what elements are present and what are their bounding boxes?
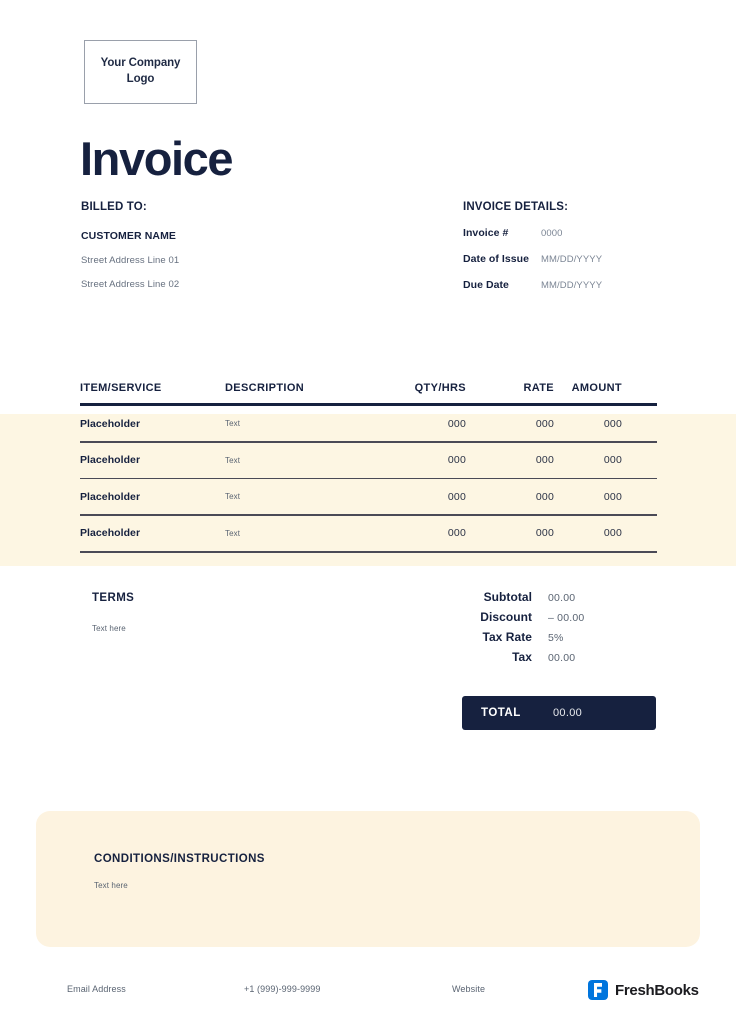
tax-row: Tax 00.00	[462, 650, 662, 664]
date-of-issue-row: Date of Issue MM/DD/YYYY	[463, 253, 703, 265]
invoice-number-row: Invoice # 0000	[463, 227, 703, 239]
terms-heading: TERMS	[92, 592, 135, 604]
subtotal-label: Subtotal	[483, 590, 532, 604]
row-item[interactable]: Placeholder	[80, 418, 225, 430]
table-bottom-rule	[80, 550, 657, 553]
terms-section: TERMS Text here	[92, 592, 342, 633]
column-header-qty: QTY/HRS	[414, 382, 466, 394]
row-qty[interactable]: 000	[378, 491, 482, 503]
column-header-item: ITEM/SERVICE	[80, 382, 162, 394]
table-row[interactable]: Placeholder Text 000 000 000	[80, 406, 657, 441]
column-header-rate: RATE	[523, 382, 554, 394]
company-logo-placeholder[interactable]: Your Company Logo	[84, 40, 197, 104]
row-rate[interactable]: 000	[482, 491, 562, 503]
total-value[interactable]: 00.00	[553, 707, 582, 719]
invoice-page: Your Company Logo Invoice BILLED TO: CUS…	[0, 0, 736, 1034]
invoice-details-heading: INVOICE DETAILS:	[463, 201, 569, 213]
row-description[interactable]: Text	[225, 456, 378, 465]
due-date-label: Due Date	[463, 279, 509, 291]
total-bar: TOTAL 00.00	[462, 696, 656, 730]
row-description[interactable]: Text	[225, 529, 378, 538]
tax-rate-label: Tax Rate	[482, 630, 532, 644]
tax-rate-row: Tax Rate 5%	[462, 630, 662, 644]
freshbooks-logo[interactable]: FreshBooks	[588, 980, 699, 1000]
company-logo-line-1: Your Company	[100, 57, 181, 70]
freshbooks-mark-icon	[588, 980, 608, 1000]
row-item[interactable]: Placeholder	[80, 527, 225, 539]
row-qty[interactable]: 000	[378, 527, 482, 539]
table-row[interactable]: Placeholder Text 000 000 000	[80, 443, 657, 478]
company-logo-line-2: Logo	[126, 73, 155, 85]
due-date-value[interactable]: MM/DD/YYYY	[541, 280, 602, 291]
date-of-issue-value[interactable]: MM/DD/YYYY	[541, 254, 602, 265]
conditions-text[interactable]: Text here	[94, 881, 128, 890]
subtotal-row: Subtotal 00.00	[462, 590, 662, 604]
company-logo-text: Your Company Logo	[101, 56, 181, 87]
tax-label: Tax	[512, 650, 532, 664]
table-header-row: ITEM/SERVICE DESCRIPTION QTY/HRS RATE AM…	[80, 382, 657, 403]
table-row[interactable]: Placeholder Text 000 000 000	[80, 479, 657, 514]
footer: Email Address +1 (999)-999-9999 Website …	[0, 980, 736, 1006]
billed-to-heading: BILLED TO:	[81, 201, 147, 213]
row-rate[interactable]: 000	[482, 454, 562, 466]
page-title: Invoice	[80, 132, 234, 185]
discount-value[interactable]: – 00.00	[548, 612, 584, 624]
terms-text[interactable]: Text here	[92, 624, 342, 633]
row-item[interactable]: Placeholder	[80, 454, 225, 466]
row-amount[interactable]: 000	[562, 418, 657, 430]
billed-to-section: BILLED TO: CUSTOMER NAME Street Address …	[81, 201, 401, 290]
row-item[interactable]: Placeholder	[80, 491, 225, 503]
invoice-number-value[interactable]: 0000	[541, 228, 563, 239]
due-date-row: Due Date MM/DD/YYYY	[463, 279, 703, 291]
row-qty[interactable]: 000	[378, 418, 482, 430]
totals-section: Subtotal 00.00 Discount – 00.00 Tax Rate…	[462, 590, 662, 670]
conditions-section: CONDITIONS/INSTRUCTIONS Text here	[36, 811, 700, 947]
invoice-number-label: Invoice #	[463, 227, 509, 239]
total-label: TOTAL	[481, 707, 521, 719]
column-header-amount: AMOUNT	[571, 382, 622, 394]
invoice-details-section: INVOICE DETAILS: Invoice # 0000 Date of …	[463, 201, 703, 291]
row-description[interactable]: Text	[225, 492, 378, 501]
row-description[interactable]: Text	[225, 419, 378, 428]
row-qty[interactable]: 000	[378, 454, 482, 466]
date-of-issue-label: Date of Issue	[463, 253, 530, 265]
address-line-1[interactable]: Street Address Line 01	[81, 255, 401, 266]
discount-row: Discount – 00.00	[462, 610, 662, 624]
row-amount[interactable]: 000	[562, 491, 657, 503]
line-items-table: ITEM/SERVICE DESCRIPTION QTY/HRS RATE AM…	[80, 382, 657, 553]
discount-label: Discount	[480, 610, 532, 624]
row-rate[interactable]: 000	[482, 527, 562, 539]
row-amount[interactable]: 000	[562, 527, 657, 539]
column-header-description: DESCRIPTION	[225, 382, 305, 394]
conditions-heading: CONDITIONS/INSTRUCTIONS	[94, 853, 265, 865]
freshbooks-wordmark: FreshBooks	[615, 981, 699, 999]
row-rate[interactable]: 000	[482, 418, 562, 430]
subtotal-value[interactable]: 00.00	[548, 592, 575, 604]
tax-rate-value[interactable]: 5%	[548, 632, 564, 644]
footer-phone[interactable]: +1 (999)-999-9999	[244, 984, 321, 994]
footer-email[interactable]: Email Address	[67, 984, 126, 994]
address-line-2[interactable]: Street Address Line 02	[81, 279, 401, 290]
footer-website[interactable]: Website	[452, 984, 485, 994]
row-amount[interactable]: 000	[562, 454, 657, 466]
tax-value[interactable]: 00.00	[548, 652, 575, 664]
customer-name[interactable]: CUSTOMER NAME	[81, 230, 401, 242]
table-row[interactable]: Placeholder Text 000 000 000	[80, 516, 657, 551]
